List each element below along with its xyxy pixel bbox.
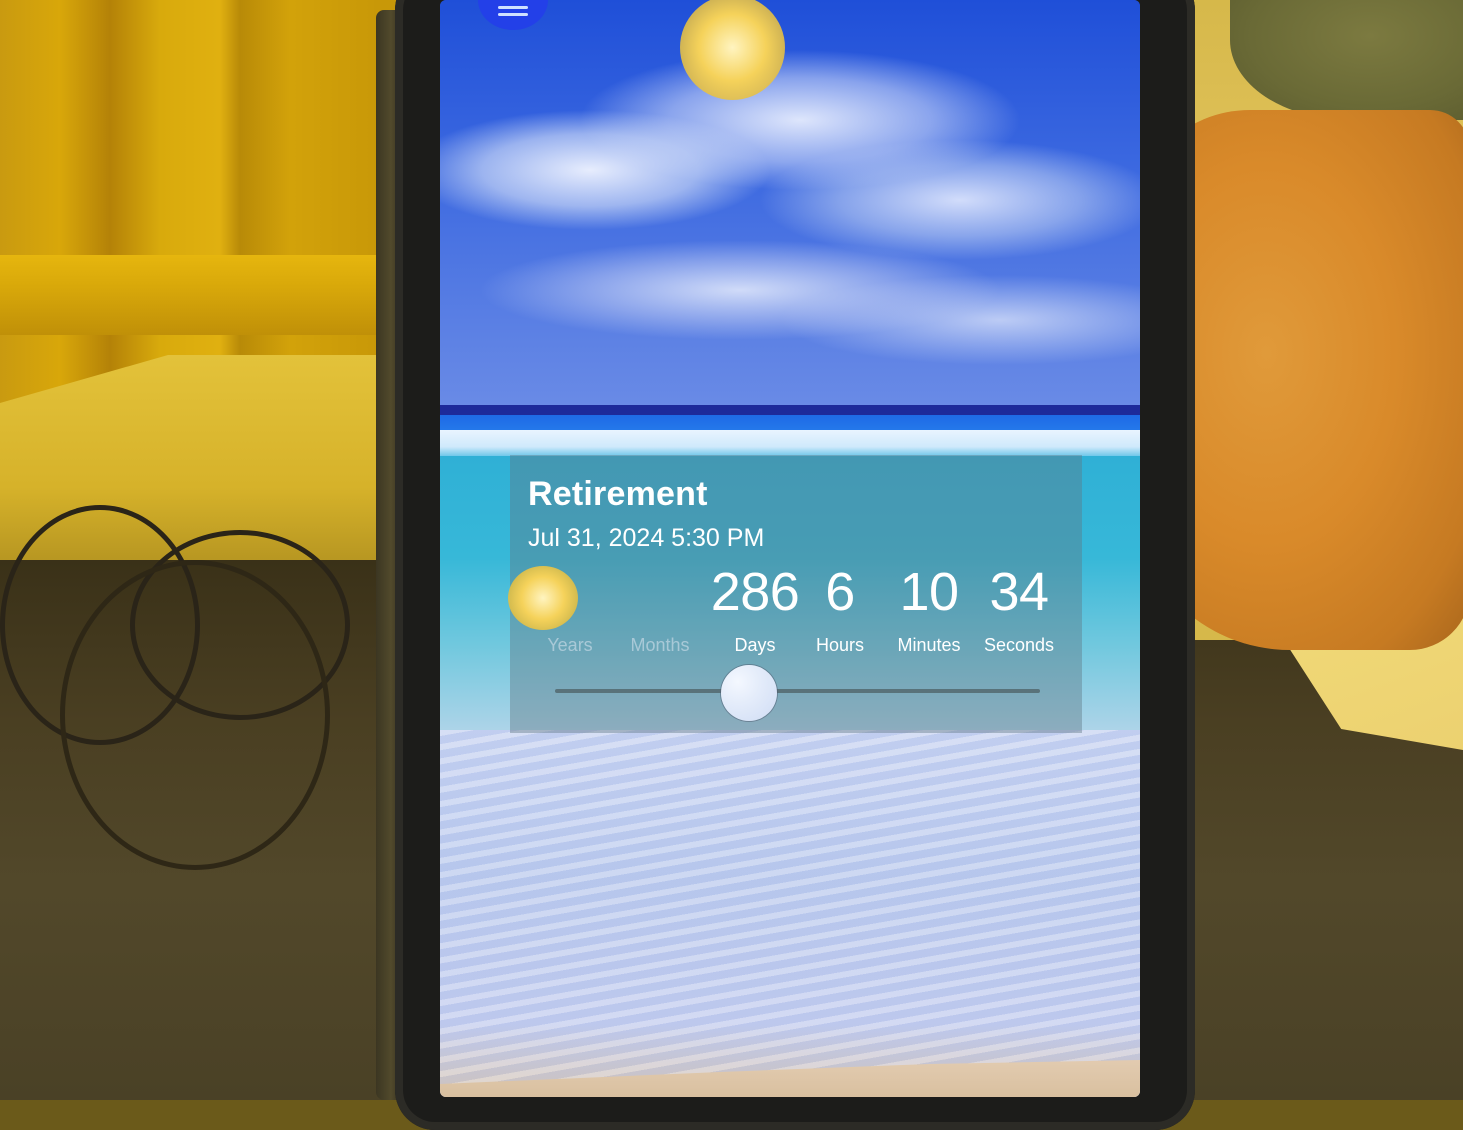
days-value: 286 — [710, 562, 800, 622]
wallpaper-surf — [440, 430, 1140, 458]
unit-range-slider[interactable] — [555, 665, 1040, 721]
unit-hours: 6 Hours — [795, 560, 885, 656]
slider-track[interactable] — [555, 689, 1040, 693]
unit-minutes: 10 Minutes — [884, 560, 974, 656]
wallpaper-horizon — [440, 405, 1140, 415]
wall-rail — [0, 255, 420, 335]
wallpaper-foam — [440, 730, 1140, 1097]
hamburger-menu-icon — [498, 6, 528, 16]
unit-days: 286 Days — [705, 560, 805, 656]
countdown-units: Years Months 286 Days 6 Hours 10 Minutes… — [510, 560, 1082, 655]
seconds-label: Seconds — [983, 635, 1055, 655]
unit-seconds: 34 Seconds — [974, 560, 1064, 656]
minutes-value: 10 — [899, 562, 959, 622]
minutes-label: Minutes — [897, 635, 961, 655]
years-label: Years — [547, 635, 593, 655]
event-title: Retirement — [528, 475, 708, 513]
cable-loop — [60, 560, 330, 870]
event-target-datetime: Jul 31, 2024 5:30 PM — [528, 524, 765, 552]
lens-flare — [508, 566, 578, 630]
days-label: Days — [734, 635, 776, 655]
hours-label: Hours — [815, 635, 864, 655]
wallpaper-sky — [440, 0, 1140, 410]
seconds-value: 34 — [989, 562, 1049, 622]
months-label: Months — [630, 635, 690, 655]
countdown-card[interactable]: Retirement Jul 31, 2024 5:30 PM Years Mo… — [510, 455, 1082, 733]
slider-thumb[interactable] — [721, 665, 777, 721]
unit-months: Months — [615, 560, 705, 656]
months-value — [615, 560, 705, 624]
hours-value: 6 — [825, 562, 855, 622]
